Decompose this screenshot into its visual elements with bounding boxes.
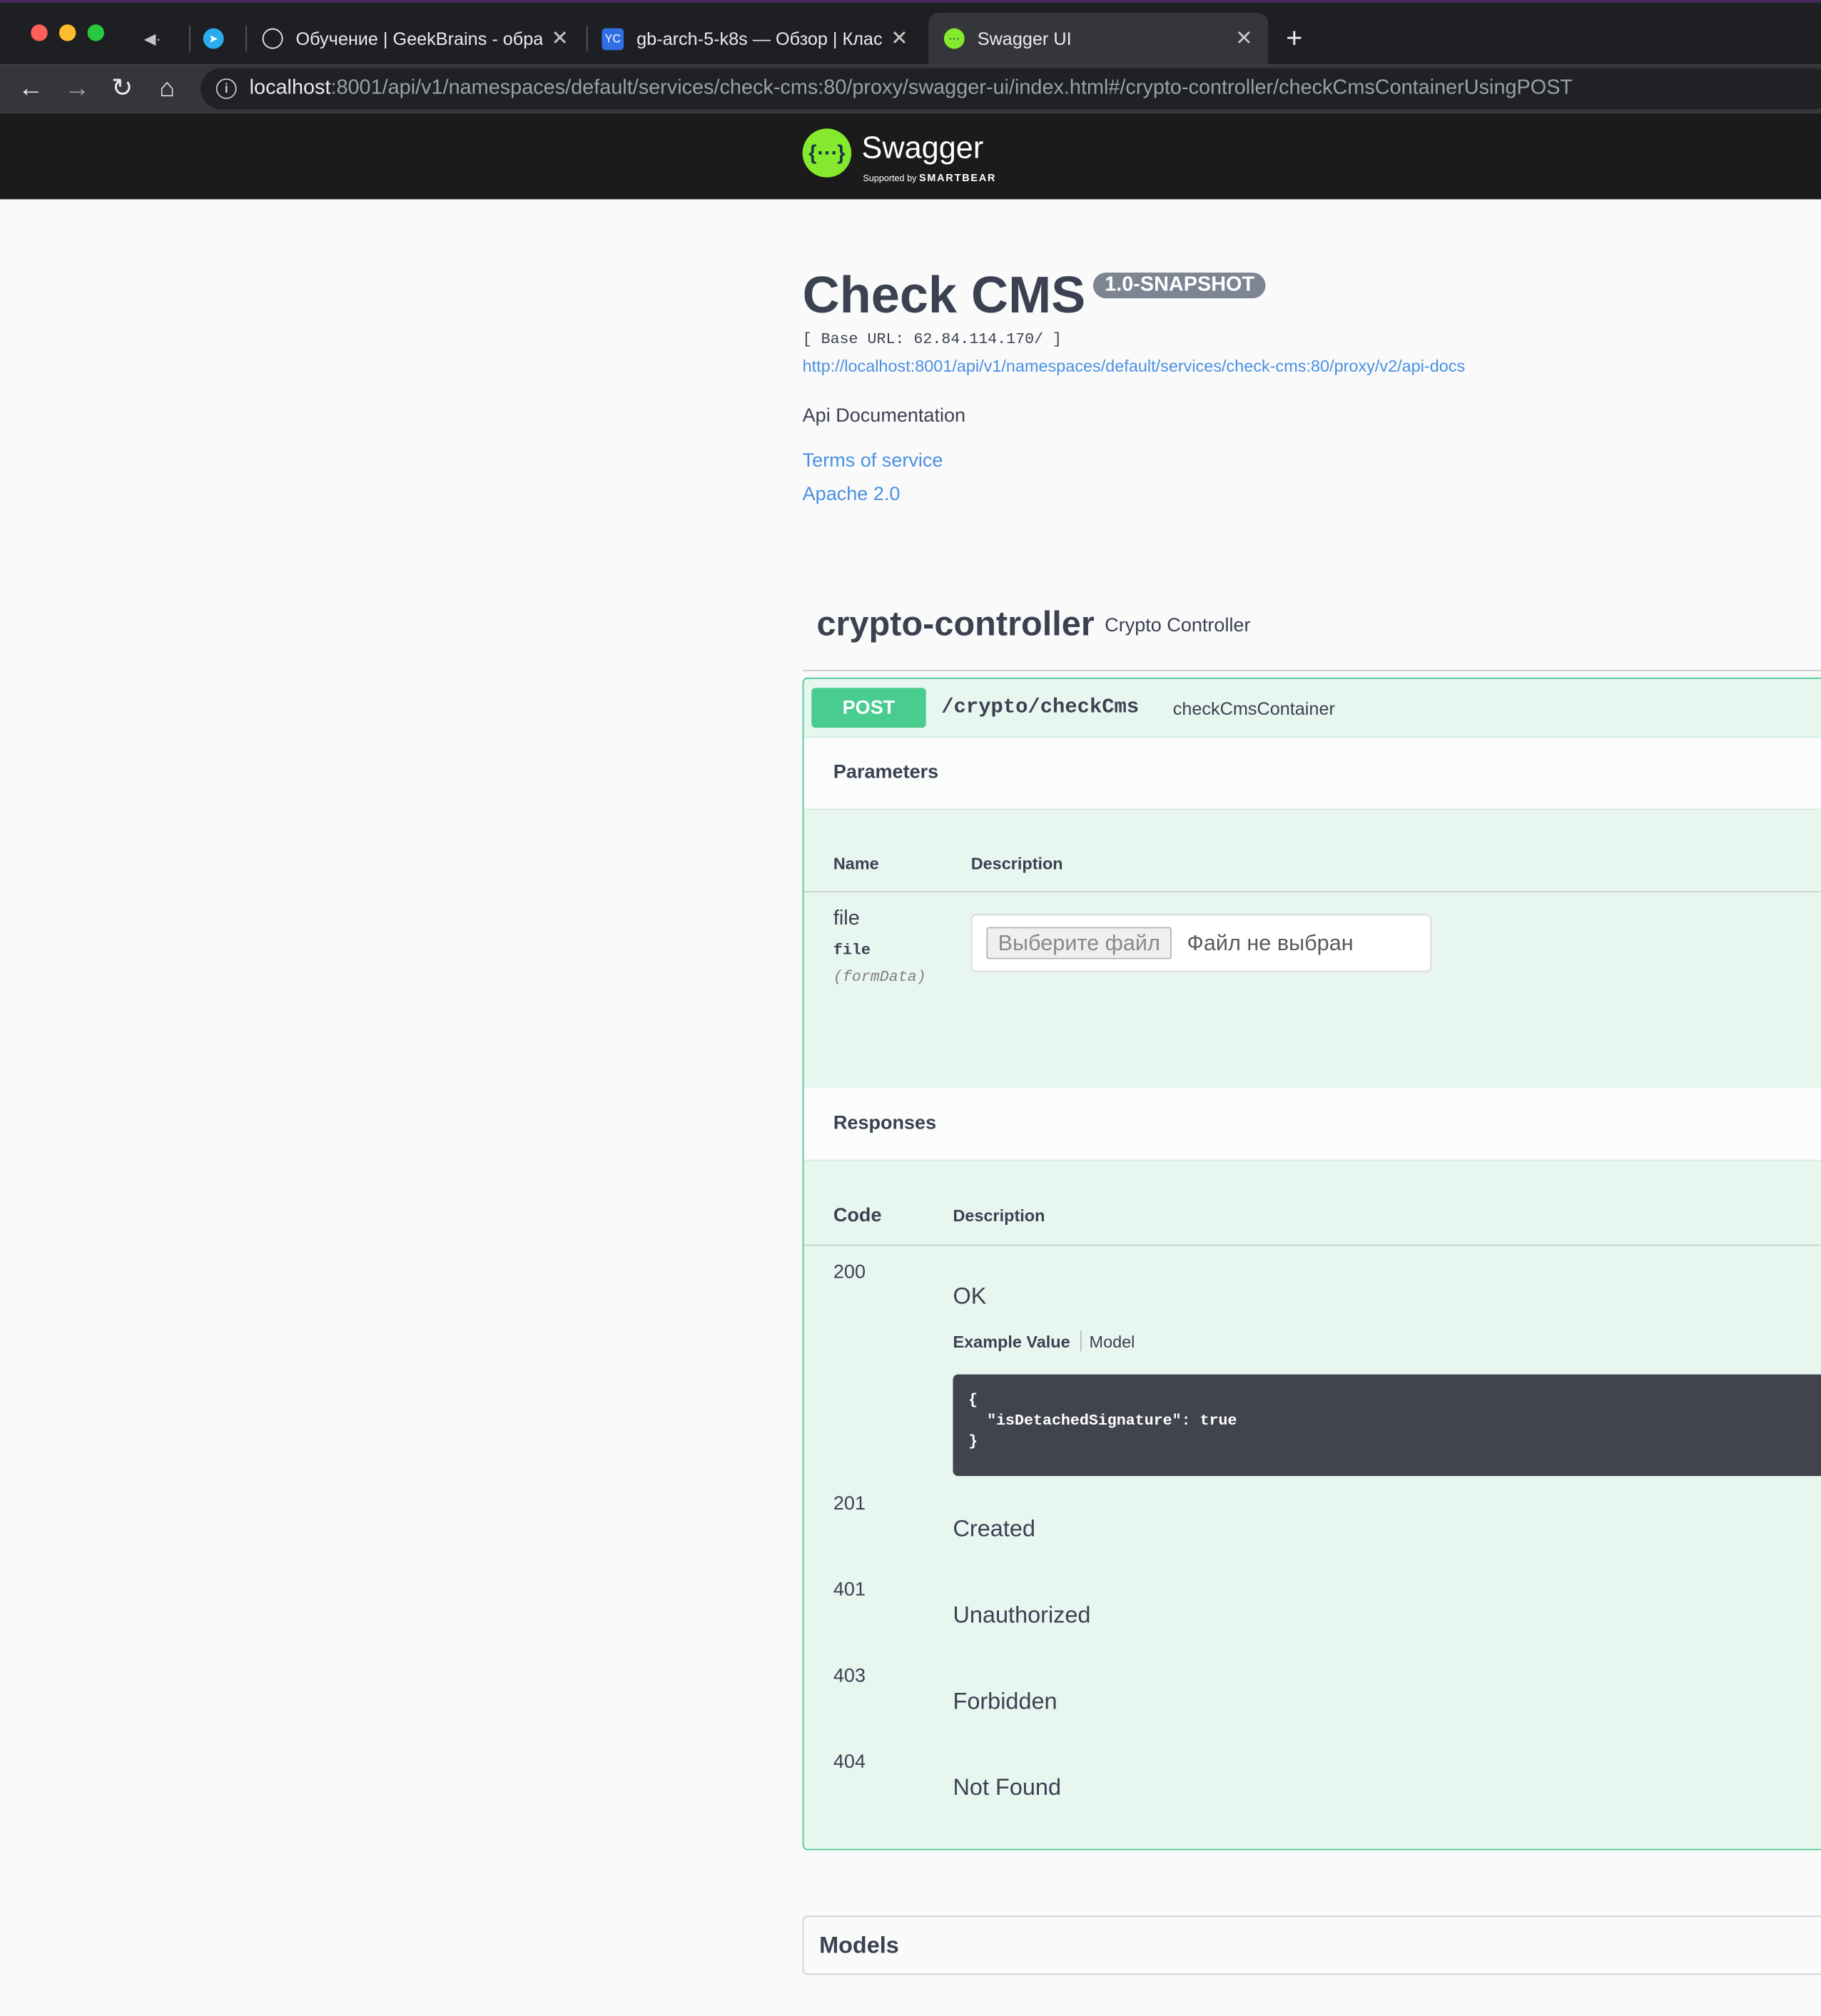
site-info-icon[interactable]: i <box>215 78 237 99</box>
close-tab-icon[interactable]: ✕ <box>551 26 568 51</box>
tab-label: Swagger UI <box>977 28 1072 49</box>
back-icon[interactable]: ← <box>16 73 46 104</box>
responses-title: Responses <box>833 1111 937 1134</box>
terms-of-service-link[interactable]: Terms of service <box>803 450 943 472</box>
model-tab[interactable]: Model <box>1090 1332 1135 1351</box>
close-tab-icon[interactable]: ✕ <box>891 26 908 51</box>
models-title: Models <box>819 1932 899 1958</box>
parameters-title: Parameters <box>833 760 939 783</box>
tab-label: Обучение | GeekBrains - обра <box>295 28 544 49</box>
tag-title[interactable]: crypto-controller <box>816 604 1094 644</box>
param-location: (formData) <box>833 968 926 987</box>
base-url: [ Base URL: 62.84.114.170/ ] <box>802 330 1062 349</box>
telegram-icon: ➤ <box>203 28 224 49</box>
choose-file-button[interactable]: Выберите файл <box>986 927 1172 959</box>
tab-separator <box>188 26 191 52</box>
response-code: 201 <box>833 1492 866 1515</box>
column-response-description: Description <box>953 1206 1045 1226</box>
response-description: Forbidden <box>953 1688 1057 1714</box>
tag-divider <box>802 669 1821 671</box>
table-divider <box>803 1244 1821 1246</box>
tab-label: gb-arch-5-k8s — Обзор | Клас <box>636 28 883 49</box>
swagger-topbar: {⋯} Swagger Supported by SMARTBEAR <box>0 113 1821 200</box>
operation-summary-text: checkCmsContainer <box>1172 698 1335 719</box>
logo-sub-prefix: Supported by <box>863 175 917 184</box>
version-badge: 1.0-SNAPSHOT <box>1092 273 1267 299</box>
speaker-icon: ◀︎· <box>143 29 161 48</box>
response-code: 403 <box>833 1664 866 1687</box>
swagger-logo-icon[interactable]: {⋯} <box>802 128 852 178</box>
swagger-logo-text[interactable]: Swagger <box>862 131 984 167</box>
models-section[interactable]: Models <box>802 1915 1821 1975</box>
response-description: Unauthorized <box>953 1602 1091 1628</box>
window-close-button[interactable] <box>31 24 48 41</box>
operation-summary[interactable]: POST /crypto/checkCms checkCmsContainer <box>803 679 1821 738</box>
swagger-logo-subtitle: Supported by SMARTBEAR <box>863 173 996 184</box>
browser-tab-bar: ◀︎· ➤ Обучение | GeekBrains - обра ✕ YC … <box>0 0 1821 65</box>
example-json: { "isDetachedSignature": true } <box>968 1391 1237 1450</box>
response-code: 200 <box>833 1261 866 1283</box>
table-divider <box>803 890 1821 892</box>
url-host: localhost <box>249 77 331 99</box>
parameters-header: Parameters <box>803 736 1821 810</box>
close-tab-icon[interactable]: ✕ <box>1235 26 1252 51</box>
tab-divider <box>1080 1330 1082 1352</box>
param-name: file <box>833 907 860 930</box>
openai-icon <box>262 28 283 49</box>
url-path: :8001/api/v1/namespaces/default/services… <box>330 77 1573 99</box>
operation-block: POST /crypto/checkCms checkCmsContainer … <box>802 677 1821 1850</box>
window-zoom-button[interactable] <box>87 24 104 41</box>
response-description: OK <box>953 1283 987 1309</box>
method-badge: POST <box>811 688 926 728</box>
api-docs-link[interactable]: http://localhost:8001/api/v1/namespaces/… <box>803 356 1466 375</box>
example-value-tab[interactable]: Example Value <box>953 1332 1070 1351</box>
column-name: Name <box>833 853 879 873</box>
file-input[interactable]: Выберите файл Файл не выбран <box>970 914 1431 972</box>
tab-telegram[interactable]: ➤ <box>203 13 239 64</box>
tab-separator <box>245 26 248 52</box>
response-description: Not Found <box>953 1774 1062 1801</box>
example-code-block: { "isDetachedSignature": true } <box>953 1374 1821 1477</box>
address-bar[interactable]: i localhost :8001/api/v1/namespaces/defa… <box>201 68 1821 110</box>
tag-description: Crypto Controller <box>1105 614 1251 637</box>
license-link[interactable]: Apache 2.0 <box>803 484 901 506</box>
column-description: Description <box>970 853 1063 873</box>
tab-swagger-ui[interactable]: ⋯ Swagger UI ✕ <box>928 13 1269 65</box>
tab-yandex-cloud[interactable]: YC gb-arch-5-k8s — Обзор | Клас ✕ <box>602 13 920 64</box>
response-description: Created <box>953 1515 1035 1542</box>
no-file-label: Файл не выбран <box>1187 930 1354 956</box>
window-minimize-button[interactable] <box>59 24 76 41</box>
response-code: 401 <box>833 1579 866 1601</box>
column-code: Code <box>833 1204 882 1227</box>
tab-muted-audio[interactable]: ◀︎· <box>144 13 180 64</box>
api-title: Check CMS <box>802 267 1086 325</box>
operation-path: /crypto/checkCms <box>941 696 1140 719</box>
yc-icon: YC <box>602 27 624 50</box>
forward-icon[interactable]: → <box>62 73 93 104</box>
responses-header: Responses <box>803 1087 1821 1161</box>
browser-toolbar: ← → ↻ ⌂ i localhost :8001/api/v1/namespa… <box>0 64 1821 113</box>
tab-geekbrains[interactable]: Обучение | GeekBrains - обра ✕ <box>262 13 582 64</box>
swagger-icon: ⋯ <box>943 28 965 49</box>
plus-icon: + <box>1286 21 1303 54</box>
reload-icon[interactable]: ↻ <box>107 73 138 104</box>
api-description: Api Documentation <box>802 404 966 427</box>
response-code: 404 <box>833 1751 866 1773</box>
new-tab-button[interactable]: + <box>1286 13 1317 64</box>
home-icon[interactable]: ⌂ <box>152 73 183 104</box>
param-type: file <box>833 941 871 959</box>
tab-separator <box>586 26 588 52</box>
logo-sub-brand: SMARTBEAR <box>918 172 997 184</box>
